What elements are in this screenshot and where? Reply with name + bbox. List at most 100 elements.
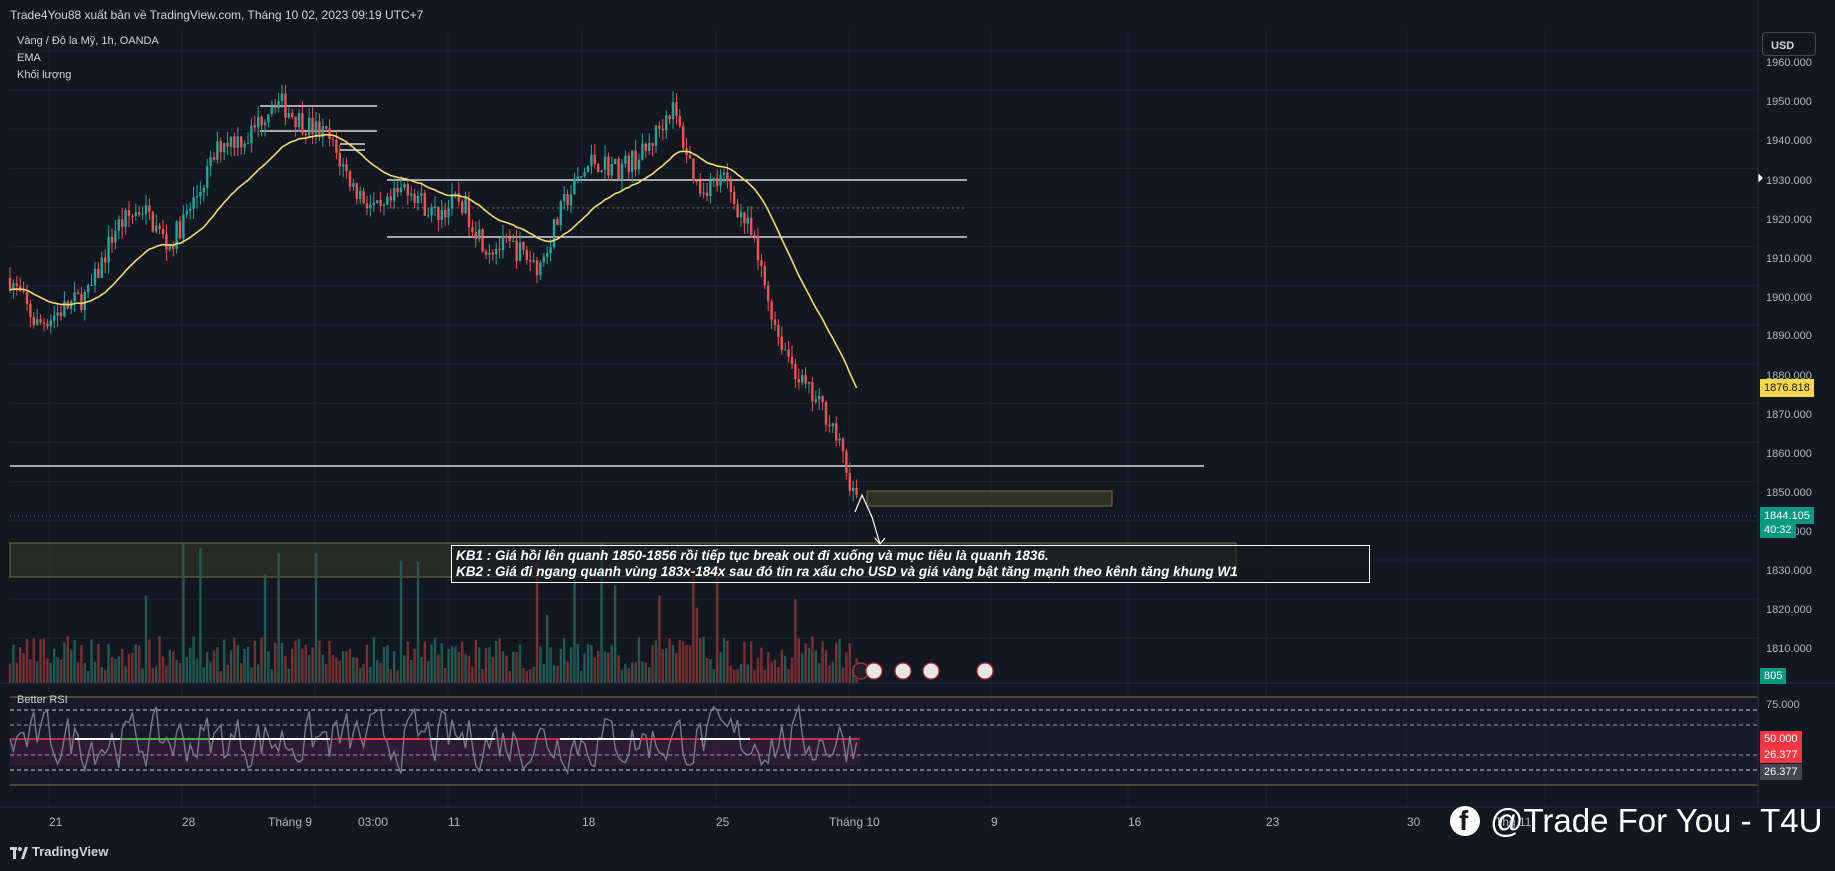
price-tick: 1910.000 (1766, 253, 1812, 265)
volume-bar (654, 640, 658, 683)
candle-body (260, 116, 263, 126)
volume-bar (56, 657, 59, 683)
volume-bar (246, 646, 250, 683)
candle-body (695, 180, 698, 182)
candle-body (508, 237, 511, 241)
volume-bar (257, 664, 260, 683)
ema-line (9, 133, 858, 389)
volume-bar (110, 657, 114, 683)
rsi-value-gray-badge: 26.377 (1760, 764, 1802, 780)
us-flag-event-icon[interactable] (894, 662, 912, 680)
candle-body (481, 229, 484, 252)
currency-button[interactable]: USD (1762, 32, 1816, 56)
volume-legend[interactable]: Khối lượng (17, 69, 71, 81)
candle-body (736, 204, 739, 218)
candle-body (294, 116, 297, 127)
candle-body (512, 240, 515, 242)
volume-bar (277, 553, 280, 683)
candle-body (535, 260, 539, 276)
volume-bar (311, 647, 314, 683)
volume-bar (297, 639, 301, 683)
volume-bar (719, 652, 722, 683)
volume-bar (624, 663, 627, 683)
candle-body (277, 101, 280, 108)
volume-bar (355, 657, 358, 683)
volume-bar (308, 654, 311, 683)
rsi-legend[interactable]: Better RSI (17, 694, 68, 706)
candle-body (121, 219, 124, 227)
candle-body (665, 115, 668, 131)
candle-body (447, 208, 450, 218)
volume-bar (668, 638, 671, 683)
volume-bar (212, 650, 216, 683)
volume-bar (59, 659, 63, 683)
candle-body (654, 125, 658, 146)
candle-body (692, 158, 695, 181)
candle-body (399, 187, 403, 193)
candle-body (212, 156, 216, 160)
volume-bar (107, 644, 110, 683)
candle-body (807, 382, 811, 384)
candle-body (124, 210, 127, 227)
volume-bar (93, 661, 97, 683)
volume-bar (716, 566, 719, 683)
candle-body (576, 176, 579, 179)
volume-bar (90, 639, 93, 683)
candle-body (97, 268, 100, 278)
candle-body (777, 325, 780, 337)
candle-body (644, 143, 647, 151)
volume-bar (705, 657, 709, 683)
volume-bar (148, 639, 151, 683)
volume-bar (73, 640, 76, 683)
volume-bar (437, 654, 440, 683)
brand-watermark: f @Trade For You - T4U (1450, 798, 1822, 844)
symbol-legend[interactable]: Vàng / Đô la Mỹ, 1h, OANDA (17, 35, 159, 47)
volume-bar (692, 569, 695, 683)
us-flag-event-icon[interactable] (865, 662, 883, 680)
event-icons[interactable] (852, 662, 994, 680)
volume-bar (440, 643, 443, 683)
volume-bar (508, 670, 511, 683)
price-tick: 1940.000 (1766, 135, 1812, 147)
scenario-annotation[interactable]: KB1 : Giá hồi lên quanh 1850-1856 rồi ti… (451, 545, 1370, 583)
volume-bar (141, 668, 144, 683)
volume-bar (845, 652, 848, 683)
volume-bar (362, 663, 365, 683)
volume-bar (399, 560, 403, 683)
volume-bar (593, 657, 596, 683)
us-flag-event-icon[interactable] (976, 662, 994, 680)
candle-body (386, 196, 389, 205)
volume-bar (175, 659, 178, 683)
candle-body (46, 323, 49, 327)
volume-bar (100, 667, 103, 683)
candle-body (284, 93, 287, 118)
candle-body (219, 141, 222, 153)
volume-bar (63, 642, 66, 683)
volume-bar (178, 662, 182, 683)
tradingview-logo[interactable]: TradingView (10, 844, 108, 859)
volume-bar (814, 650, 817, 683)
candle-body (53, 315, 56, 321)
volume-bar (552, 665, 556, 683)
candle-body (583, 172, 586, 177)
candle-body (549, 247, 552, 254)
volume-bar (209, 661, 212, 683)
candle-body (127, 210, 131, 217)
ema-legend[interactable]: EMA (17, 52, 41, 64)
volume-bar (104, 669, 107, 683)
volume-bar (202, 667, 205, 683)
volume-bar (818, 663, 821, 683)
volume-bar (365, 644, 369, 683)
candle-body (522, 242, 525, 250)
time-axis[interactable]: 21 28 Tháng 9 03:00 11 18 25 Tháng 10 9 … (49, 815, 1532, 829)
us-flag-event-icon[interactable] (922, 662, 940, 680)
candle-body (141, 214, 144, 216)
candle-body (376, 200, 379, 203)
time-label: Tháng 10 (829, 815, 880, 829)
volume-bar (665, 648, 668, 683)
candle-body (189, 208, 192, 211)
countdown-badge: 40:32 (1760, 522, 1796, 538)
volume-bar (352, 657, 355, 683)
chart-canvas[interactable]: 1960.000 1950.000 1940.000 1930.000 1920… (0, 0, 1835, 871)
volume-bar (127, 654, 131, 683)
